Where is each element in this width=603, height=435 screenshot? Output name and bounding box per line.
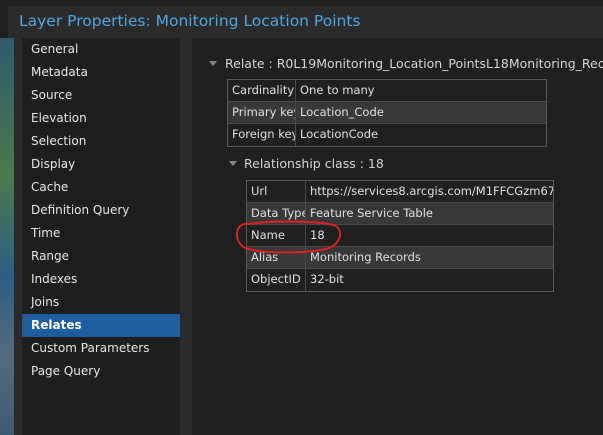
property-key: Cardinality (232, 83, 295, 97)
triangle-down-icon[interactable] (229, 161, 237, 166)
column-divider (295, 80, 296, 146)
sidebar-item-definition-query[interactable]: Definition Query (22, 199, 180, 222)
triangle-down-icon[interactable] (209, 61, 217, 66)
sidebar-item-cache[interactable]: Cache (22, 176, 180, 199)
property-key: Url (251, 184, 268, 198)
sidebar-item-elevation[interactable]: Elevation (22, 107, 180, 130)
sidebar-item-relates[interactable]: Relates (22, 314, 180, 337)
table-row: Primary key Location_Code (228, 102, 546, 124)
relationship-class-heading: Relationship class : 18 (244, 156, 384, 171)
property-value: One to many (300, 83, 375, 97)
property-value: Location_Code (300, 105, 384, 119)
row-divider (247, 268, 553, 269)
sidebar-item-source[interactable]: Source (22, 84, 180, 107)
sidebar-item-display[interactable]: Display (22, 153, 180, 176)
sidebar-item-page-query[interactable]: Page Query (22, 360, 180, 383)
red-circle-annotation (235, 220, 342, 254)
property-key: Foreign key (232, 127, 295, 141)
property-key: ObjectID (251, 272, 301, 286)
sidebar-item-time[interactable]: Time (22, 222, 180, 245)
window-title: Layer Properties: Monitoring Location Po… (19, 12, 361, 30)
sidebar-item-joins[interactable]: Joins (22, 291, 180, 314)
sidebar-item-selection[interactable]: Selection (22, 130, 180, 153)
sidebar-item-indexes[interactable]: Indexes (22, 268, 180, 291)
sidebar-item-metadata[interactable]: Metadata (22, 61, 180, 84)
row-divider (247, 202, 553, 203)
property-value: LocationCode (300, 127, 379, 141)
property-value: https://services8.arcgis.com/M1FFCGzm67T… (310, 184, 553, 198)
sidebar-item-custom-parameters[interactable]: Custom Parameters (22, 337, 180, 360)
relate-heading: Relate : R0L19Monitoring_Location_Points… (225, 56, 603, 71)
sidebar: General Metadata Source Elevation Select… (22, 38, 180, 435)
sidebar-item-general[interactable]: General (22, 38, 180, 61)
map-background-strip (0, 38, 14, 435)
row-divider (228, 101, 546, 102)
relate-properties-table: Cardinality One to many Primary key Loca… (227, 79, 547, 147)
sidebar-item-range[interactable]: Range (22, 245, 180, 268)
property-value: 32-bit (310, 272, 344, 286)
property-key: Primary key (232, 105, 295, 119)
row-divider (228, 123, 546, 124)
